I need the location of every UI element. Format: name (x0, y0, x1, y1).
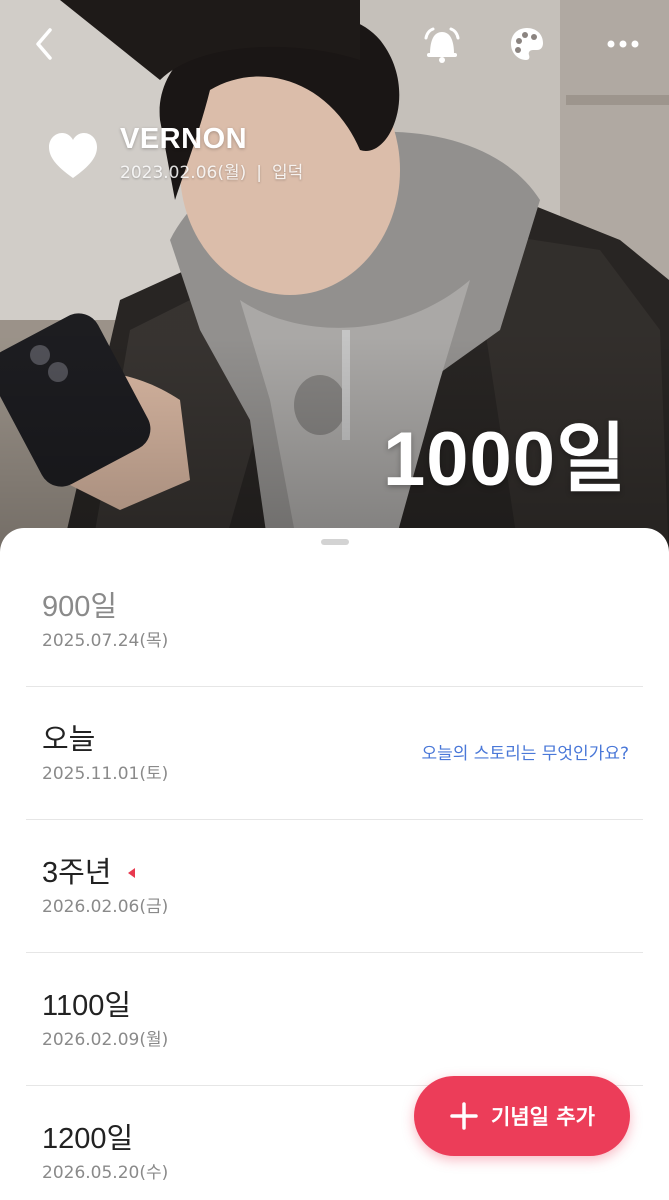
add-anniversary-label: 기념일 추가 (491, 1105, 595, 1129)
anniversary-date: 2025.11.01(토) (42, 764, 169, 784)
anniversary-title: 900일 (42, 591, 118, 623)
more-dots-icon (607, 40, 639, 48)
profile-name: VERNON (120, 123, 248, 155)
day-count: 1000일 (383, 417, 627, 502)
anniversary-date: 2026.05.20(수) (42, 1163, 169, 1183)
list-item-today[interactable]: 오늘 2025.11.01(토) 오늘의 스토리는 무엇인가요? (26, 687, 643, 820)
profile-subtitle: 2023.02.06(월) | 입덕 (120, 162, 303, 184)
anniversary-title: 1100일 (42, 990, 132, 1022)
list-item[interactable]: 3주년 2026.02.06(금) (26, 820, 643, 953)
bell-icon (424, 27, 460, 63)
anniversary-title: 3주년 (42, 857, 112, 889)
sheet-handle[interactable] (321, 539, 349, 545)
more-button[interactable] (597, 18, 649, 70)
heart-icon[interactable] (46, 130, 100, 182)
plus-icon (450, 1102, 478, 1130)
alarm-button[interactable] (416, 18, 468, 70)
back-button[interactable] (18, 18, 70, 70)
add-anniversary-button[interactable]: 기념일 추가 (414, 1076, 630, 1156)
today-story-link[interactable]: 오늘의 스토리는 무엇인가요? (421, 739, 629, 764)
separator: | (256, 163, 262, 183)
anniversary-title-row: 3주년 (42, 856, 643, 890)
anniversary-screen: VERNON 2023.02.06(월) | 입덕 1000일 900일 2025.… (0, 0, 669, 1200)
anniversary-date: 2025.07.24(목) (42, 631, 169, 651)
palette-icon (511, 28, 543, 60)
profile-text: VERNON 2023.02.06(월) | 입덕 (120, 122, 303, 184)
event-label: 입덕 (271, 163, 304, 183)
list-item[interactable]: 900일 2025.07.24(목) (26, 554, 643, 687)
chevron-left-icon (36, 28, 52, 60)
red-tag-icon (127, 868, 135, 878)
hero-photo: VERNON 2023.02.06(월) | 입덕 1000일 (0, 0, 669, 560)
anniversary-date: 2026.02.06(금) (42, 897, 169, 917)
list-item[interactable]: 1100일 2026.02.09(월) (26, 953, 643, 1086)
theme-button[interactable] (501, 18, 553, 70)
profile-header: VERNON 2023.02.06(월) | 입덕 (46, 122, 303, 184)
start-date: 2023.02.06(월) (120, 163, 247, 183)
anniversary-date: 2026.02.09(월) (42, 1030, 169, 1050)
